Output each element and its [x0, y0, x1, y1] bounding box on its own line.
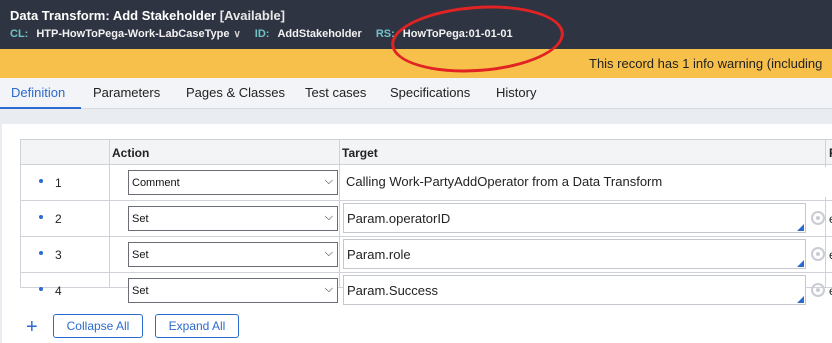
rule-title: Data Transform: Add Stakeholder [Availab…	[10, 8, 285, 23]
row-number: 2	[55, 212, 62, 226]
column-header-action: Action	[112, 146, 150, 160]
row-number: 1	[55, 176, 62, 190]
action-select-value: Set	[132, 213, 149, 225]
ruleset-value[interactable]: HowToPega:01-01-01	[403, 28, 513, 40]
class-value[interactable]: HTP-HowToPega-Work-LabCaseType	[36, 28, 229, 40]
warning-bar: This record has 1 info warning (includin…	[0, 49, 832, 78]
active-tab-indicator	[0, 107, 81, 109]
target-value: Param.role	[347, 247, 411, 262]
definition-panel: Action Target R 1 Comment ⌵ Calling Work…	[2, 124, 832, 343]
ruleset-key: RS:	[375, 28, 395, 40]
expand-all-button[interactable]: Expand All	[155, 314, 239, 338]
gear-icon[interactable]	[811, 211, 825, 225]
tab-test-cases[interactable]: Test cases	[305, 85, 366, 100]
target-field[interactable]: Calling Work-PartyAddOperator from a Dat…	[343, 167, 832, 197]
gear-icon[interactable]	[811, 247, 825, 261]
target-value: Calling Work-PartyAddOperator from a Dat…	[346, 174, 663, 189]
availability-badge: [Available]	[219, 8, 286, 23]
target-value: Param.operatorID	[347, 211, 451, 226]
class-key: CL:	[10, 28, 29, 40]
collapse-all-button[interactable]: Collapse All	[53, 314, 143, 338]
id-value: AddStakeholder	[277, 28, 362, 40]
row-number: 4	[55, 284, 62, 298]
target-field[interactable]: Param.Success	[343, 275, 806, 305]
target-field[interactable]: Param.role	[343, 239, 806, 269]
action-select-value: Set	[132, 249, 149, 261]
select-arrow-icon[interactable]: ⌵	[325, 175, 333, 188]
autocomplete-corner-icon	[797, 260, 804, 267]
table-row[interactable]: 4 Set ⌵ Param.Success e	[21, 273, 832, 305]
rule-title-text: Data Transform: Add Stakeholder	[10, 8, 217, 23]
plus-icon[interactable]: +	[26, 317, 38, 337]
chevron-down-icon[interactable]: ∨	[233, 29, 240, 40]
column-header-target: Target	[342, 146, 378, 160]
gear-icon[interactable]	[811, 283, 825, 297]
row-number: 3	[55, 248, 62, 262]
table-row[interactable]: 1 Comment ⌵ Calling Work-PartyAddOperato…	[21, 165, 832, 201]
select-arrow-icon[interactable]: ⌵	[325, 211, 333, 224]
warning-text[interactable]: This record has 1 info warning (includin…	[589, 56, 822, 71]
action-select[interactable]: Set ⌵	[128, 242, 338, 267]
autocomplete-corner-icon	[797, 296, 804, 303]
row-bullet-icon	[39, 251, 43, 255]
action-select-value: Comment	[132, 177, 180, 189]
tab-pages-classes[interactable]: Pages & Classes	[186, 85, 285, 100]
tab-parameters[interactable]: Parameters	[93, 85, 160, 100]
tab-definition[interactable]: Definition	[11, 85, 65, 100]
action-select[interactable]: Comment ⌵	[128, 170, 338, 195]
action-select-value: Set	[132, 285, 149, 297]
tab-history[interactable]: History	[496, 85, 536, 100]
tab-bar: Definition Parameters Pages & Classes Te…	[0, 78, 832, 109]
grid-header: Action Target R	[21, 140, 832, 165]
action-select[interactable]: Set ⌵	[128, 278, 338, 303]
action-select[interactable]: Set ⌵	[128, 206, 338, 231]
select-arrow-icon[interactable]: ⌵	[325, 283, 333, 296]
table-row[interactable]: 2 Set ⌵ Param.operatorID e	[21, 201, 832, 237]
table-row[interactable]: 3 Set ⌵ Param.role e	[21, 237, 832, 273]
rule-meta: CL: HTP-HowToPega-Work-LabCaseType ∨ ID:…	[10, 28, 513, 40]
tab-specifications[interactable]: Specifications	[390, 85, 470, 100]
target-field[interactable]: Param.operatorID	[343, 203, 806, 233]
id-key: ID:	[254, 28, 270, 40]
row-bullet-icon	[39, 179, 43, 183]
row-bullet-icon	[39, 287, 43, 291]
row-bullet-icon	[39, 215, 43, 219]
rule-header: Data Transform: Add Stakeholder [Availab…	[0, 0, 832, 49]
autocomplete-corner-icon	[797, 224, 804, 231]
target-value: Param.Success	[347, 283, 439, 298]
transform-grid: Action Target R 1 Comment ⌵ Calling Work…	[20, 139, 832, 305]
select-arrow-icon[interactable]: ⌵	[325, 247, 333, 260]
